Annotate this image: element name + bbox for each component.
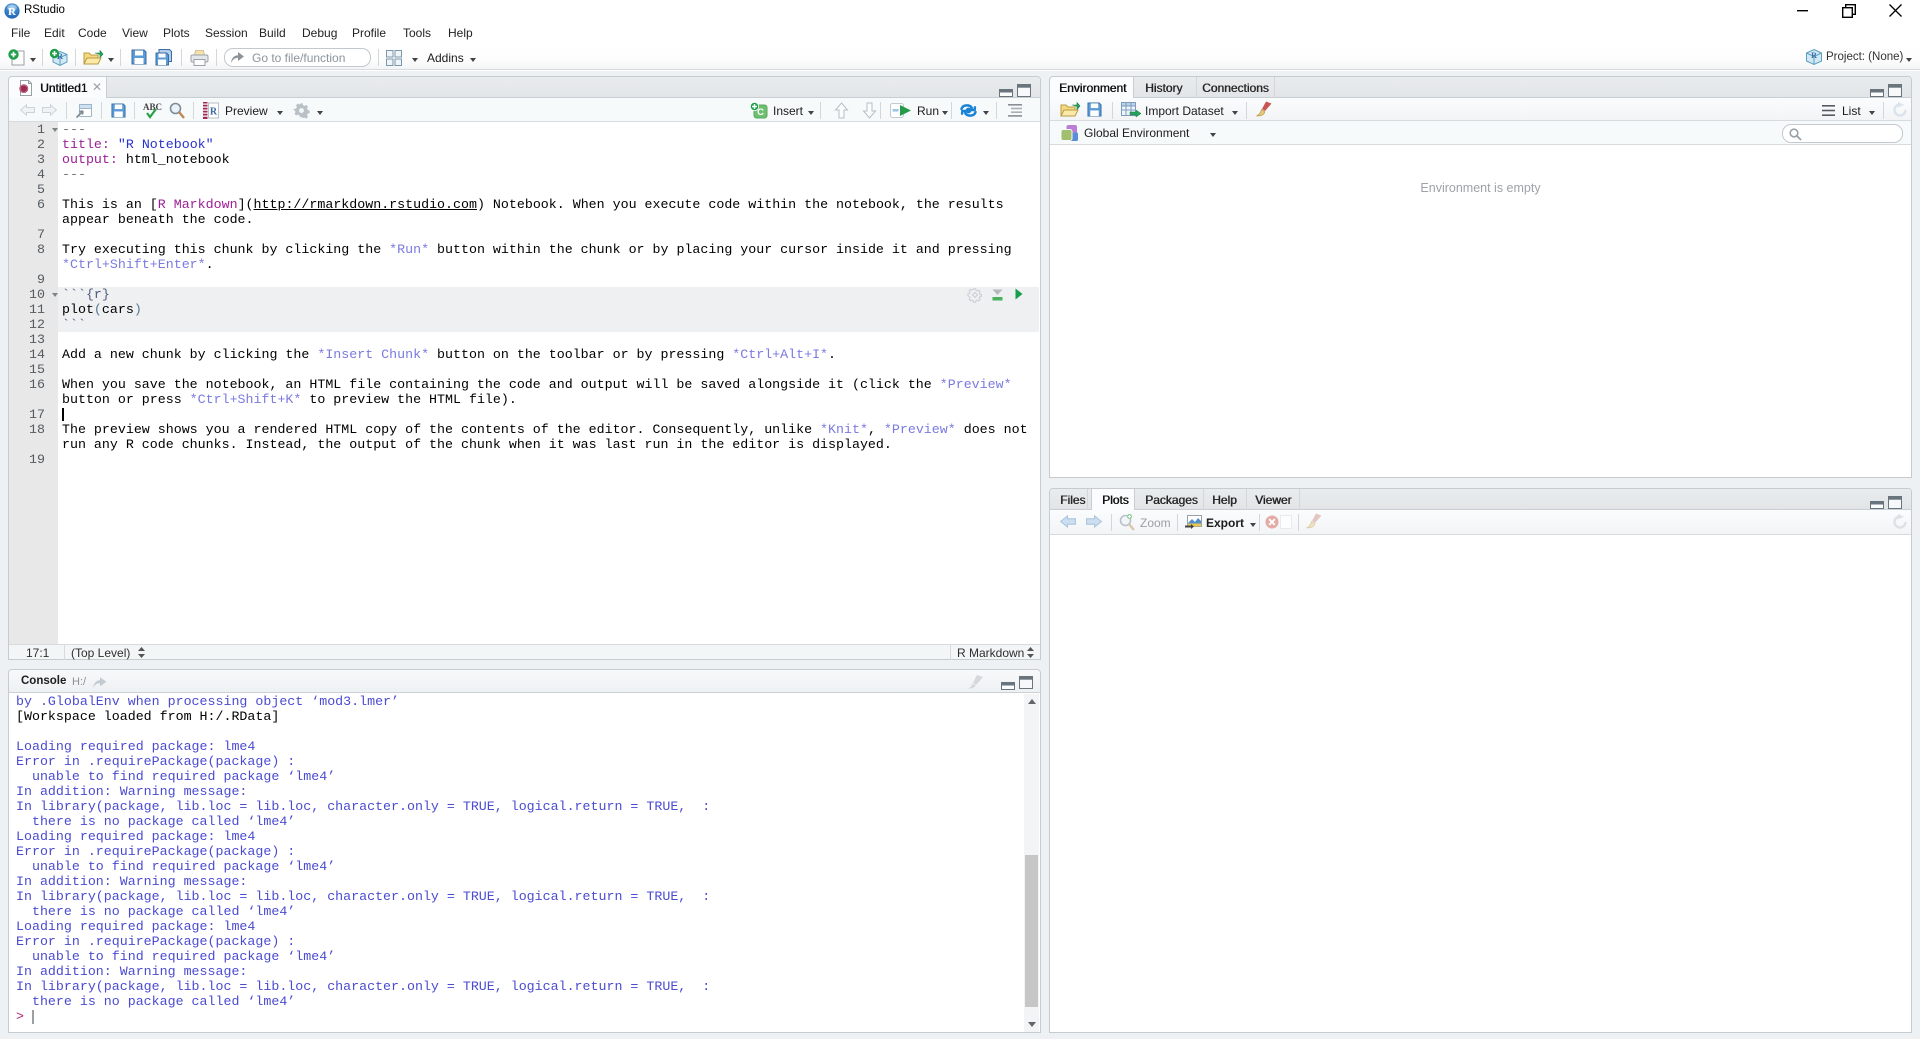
svg-text:R: R <box>8 6 17 18</box>
svg-text:R: R <box>210 107 218 118</box>
svg-text:R: R <box>1811 51 1817 60</box>
svg-text:ABC: ABC <box>143 102 162 112</box>
